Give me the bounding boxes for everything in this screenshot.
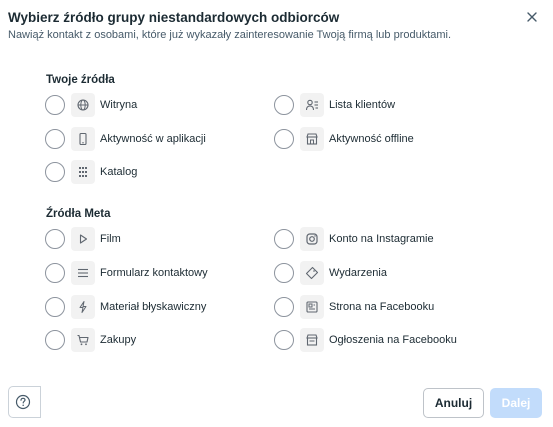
ticket-icon	[300, 261, 324, 285]
option-customer-list[interactable]: Lista klientów	[274, 91, 494, 119]
section-title-meta-sources: Źródła Meta	[46, 208, 111, 220]
dialog-title: Wybierz źródło grupy niestandardowych od…	[8, 10, 340, 25]
grid-icon	[71, 160, 95, 184]
customer-list-icon	[300, 93, 324, 117]
dialog-header: Wybierz źródło grupy niestandardowych od…	[8, 9, 538, 42]
radio-button[interactable]	[45, 129, 65, 149]
dialog-subtitle: Nawiąż kontakt z osobami, które już wyka…	[8, 29, 452, 41]
cart-icon	[71, 328, 95, 352]
radio-button[interactable]	[45, 263, 65, 283]
option-label: Witryna	[100, 99, 138, 111]
option-label: Zakupy	[100, 334, 137, 346]
option-video[interactable]: Film	[45, 225, 265, 253]
option-label: Aktywność w aplikacji	[100, 133, 206, 145]
option-app-activity[interactable]: Aktywność w aplikacji	[45, 125, 265, 153]
option-shopping[interactable]: Zakupy	[45, 326, 265, 354]
close-icon[interactable]	[524, 9, 540, 25]
radio-button[interactable]	[45, 229, 65, 249]
option-label: Materiał błyskawiczny	[100, 301, 207, 313]
radio-button[interactable]	[274, 229, 294, 249]
option-label: Ogłoszenia na Facebooku	[329, 334, 457, 346]
option-lead-form[interactable]: Formularz kontaktowy	[45, 259, 265, 287]
option-instant-experience[interactable]: Materiał błyskawiczny	[45, 293, 265, 321]
mobile-icon	[71, 127, 95, 151]
help-icon[interactable]	[14, 393, 32, 411]
option-catalog[interactable]: Katalog	[45, 158, 265, 186]
cancel-button[interactable]: Anuluj	[423, 388, 484, 418]
radio-button[interactable]	[45, 330, 65, 350]
radio-button[interactable]	[45, 162, 65, 182]
radio-button[interactable]	[274, 330, 294, 350]
radio-button[interactable]	[274, 263, 294, 283]
marketplace-icon	[300, 328, 324, 352]
next-button[interactable]: Dalej	[490, 388, 542, 418]
radio-button[interactable]	[45, 95, 65, 115]
globe-icon	[71, 93, 95, 117]
option-label: Film	[100, 233, 121, 245]
section-title-own-sources: Twoje źródła	[46, 74, 115, 86]
option-website[interactable]: Witryna	[45, 91, 265, 119]
store-icon	[300, 127, 324, 151]
option-label: Lista klientów	[329, 99, 396, 111]
option-label: Formularz kontaktowy	[100, 267, 208, 279]
radio-button[interactable]	[45, 297, 65, 317]
option-label: Strona na Facebooku	[329, 301, 435, 313]
option-offline-activity[interactable]: Aktywność offline	[274, 125, 494, 153]
radio-button[interactable]	[274, 297, 294, 317]
option-instagram-account[interactable]: Konto na Instagramie	[274, 225, 494, 253]
option-events[interactable]: Wydarzenia	[274, 259, 494, 287]
option-label: Konto na Instagramie	[329, 233, 434, 245]
option-label: Wydarzenia	[329, 267, 387, 279]
option-label: Katalog	[100, 166, 138, 178]
option-facebook-listings[interactable]: Ogłoszenia na Facebooku	[274, 326, 494, 354]
facebook-page-icon	[300, 295, 324, 319]
option-label: Aktywność offline	[329, 133, 414, 145]
instagram-icon	[300, 227, 324, 251]
radio-button[interactable]	[274, 129, 294, 149]
option-facebook-page[interactable]: Strona na Facebooku	[274, 293, 494, 321]
radio-button[interactable]	[274, 95, 294, 115]
play-icon	[71, 227, 95, 251]
form-lines-icon	[71, 261, 95, 285]
lightning-icon	[71, 295, 95, 319]
